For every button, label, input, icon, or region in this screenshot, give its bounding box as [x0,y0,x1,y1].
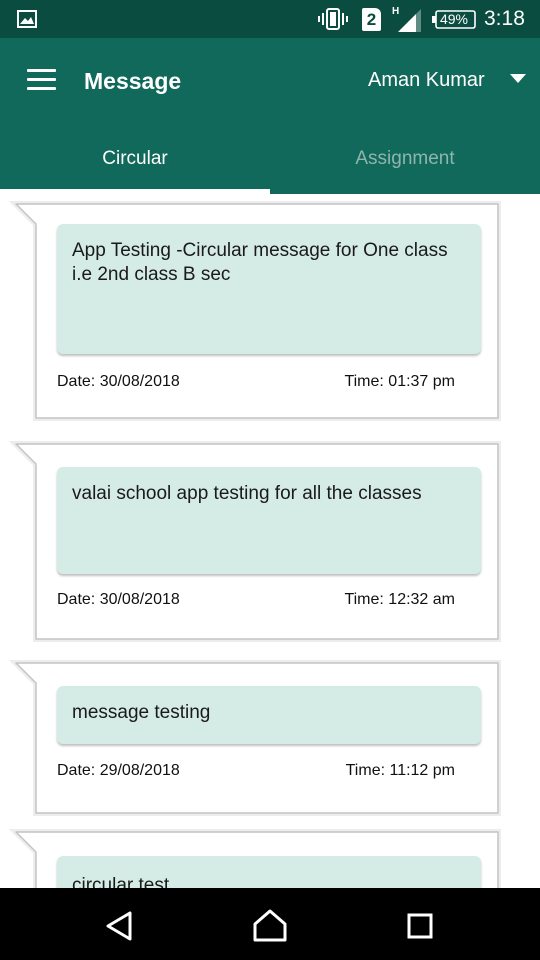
message-time: Time: 11:12 pm [345,762,455,779]
message-list[interactable]: App Testing -Circular message for One cl… [0,194,540,888]
message-card[interactable]: valai school app testing for all the cla… [0,440,540,645]
caret-down-icon [510,74,526,83]
vibrate-icon [318,8,348,30]
message-card[interactable]: message testing Date: 29/08/2018 Time: 1… [0,659,540,819]
tab-circular[interactable]: Circular [0,132,270,194]
sim-2-icon: 2 [362,8,381,31]
message-date: Date: 29/08/2018 [57,762,180,779]
message-text: App Testing -Circular message for One cl… [57,224,481,354]
user-name: Aman Kumar [368,69,485,91]
message-time: Time: 12:32 am [344,591,455,608]
message-text: circular test [57,856,481,888]
message-time: Time: 01:37 pm [344,373,455,390]
app-bar: Message Aman Kumar Circular Assignment [0,38,540,194]
message-text: message testing [57,686,481,744]
network-type-label: H [392,6,399,17]
tab-assignment[interactable]: Assignment [270,132,540,194]
message-date: Date: 30/08/2018 [57,591,180,608]
tab-bar: Circular Assignment [0,132,540,194]
gallery-icon [17,10,37,28]
battery-level: 49% [439,11,469,27]
hamburger-menu-icon[interactable] [22,60,62,100]
back-icon[interactable] [100,906,140,946]
navigation-bar [0,888,540,960]
signal-icon: H [392,6,421,32]
home-icon[interactable] [250,906,290,946]
message-text: valai school app testing for all the cla… [57,467,481,574]
page-title: Message [84,68,182,94]
message-date: Date: 30/08/2018 [57,373,180,390]
screen: 2 H 49% 3:18 Message Aman Kumar Circular… [0,0,540,960]
message-card[interactable]: App Testing -Circular message for One cl… [0,194,540,424]
status-bar: 2 H 49% 3:18 [0,0,540,38]
message-card[interactable]: circular test [0,828,540,888]
clock: 3:18 [484,7,525,30]
recents-icon[interactable] [400,906,440,946]
